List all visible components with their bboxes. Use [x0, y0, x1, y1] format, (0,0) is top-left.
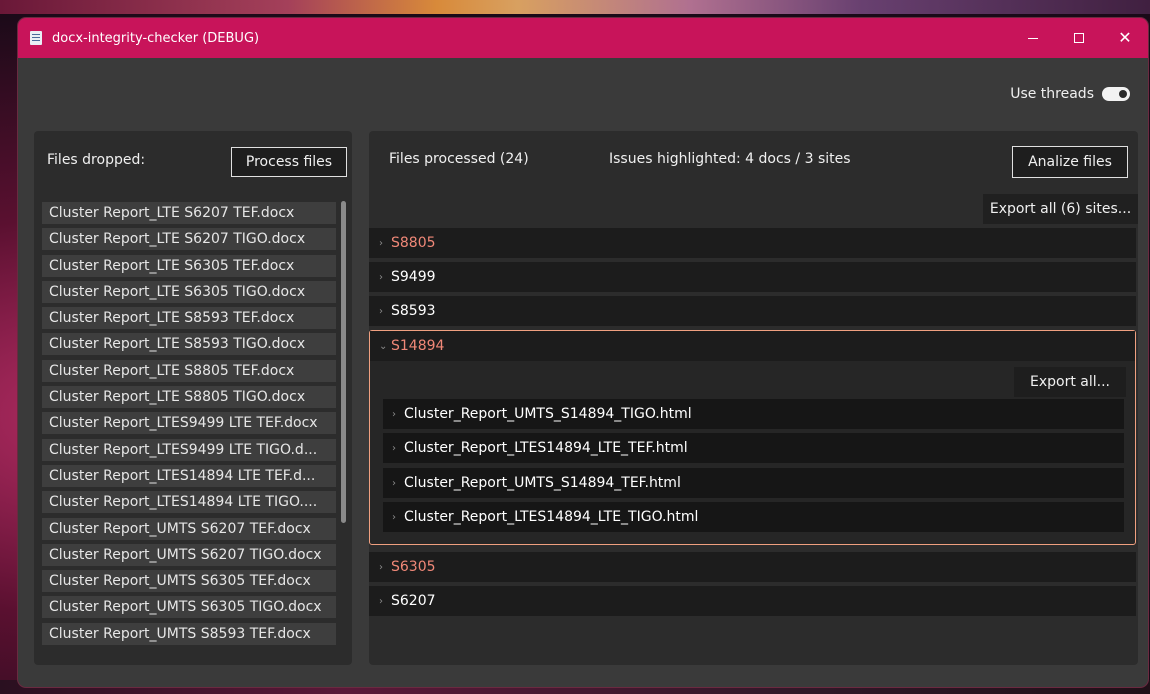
processed-header: Files processed (24) Issues highlighted:… — [369, 131, 1138, 189]
site-group-expanded: ⌄ S14894 Export all... › Cluster_Report_UMTS… — [369, 330, 1136, 545]
file-list-item[interactable]: Cluster Report_LTES14894 LTE TIGO.... — [42, 491, 336, 514]
document-row[interactable]: › Cluster_Report_LTES14894_LTE_TIGO.html — [383, 502, 1124, 532]
file-list-item[interactable]: Cluster Report_UMTS S6305 TIGO.docx — [42, 596, 336, 619]
document-name: Cluster_Report_LTES14894_LTE_TIGO.html — [404, 509, 699, 525]
document-row[interactable]: › Cluster_Report_LTES14894_LTE_TEF.html — [383, 433, 1124, 463]
desktop-wallpaper — [0, 0, 1150, 14]
file-list-item[interactable]: Cluster Report_UMTS S6305 TEF.docx — [42, 570, 336, 593]
chevron-right-icon: › — [379, 595, 383, 607]
site-name: S8805 — [391, 235, 436, 251]
site-row-s9499[interactable]: › S9499 — [369, 262, 1136, 292]
use-threads-toggle[interactable] — [1102, 87, 1130, 101]
chevron-down-icon: ⌄ — [379, 340, 388, 352]
window-controls: ✕ — [1010, 18, 1148, 58]
analize-files-button[interactable]: Analize files — [1012, 146, 1128, 178]
file-list-item[interactable]: Cluster Report_LTE S8593 TEF.docx — [42, 307, 336, 330]
file-list-item[interactable]: Cluster Report_LTES9499 LTE TEF.docx — [42, 412, 336, 435]
file-list-item[interactable]: Cluster Report_LTE S6305 TIGO.docx — [42, 280, 336, 303]
site-name: S8593 — [391, 303, 436, 319]
chevron-right-icon: › — [379, 305, 383, 317]
file-list-item[interactable]: Cluster Report_LTE S6207 TEF.docx — [42, 202, 336, 224]
site-name: S6207 — [391, 593, 436, 609]
file-list-item[interactable]: Cluster Report_LTES14894 LTE TEF.d... — [42, 464, 336, 487]
export-all-button[interactable]: Export all... — [1014, 367, 1126, 397]
chevron-right-icon: › — [392, 477, 396, 489]
maximize-button[interactable] — [1056, 18, 1102, 58]
file-list-item[interactable]: Cluster Report_LTES9499 LTE TIGO.d... — [42, 438, 336, 461]
maximize-icon — [1074, 33, 1084, 43]
file-list-item[interactable]: Cluster Report_LTE S6207 TIGO.docx — [42, 228, 336, 251]
document-name: Cluster_Report_UMTS_S14894_TEF.html — [404, 475, 681, 491]
chevron-right-icon: › — [392, 408, 396, 420]
site-name: S14894 — [391, 338, 445, 354]
close-button[interactable]: ✕ — [1102, 18, 1148, 58]
chevron-right-icon: › — [379, 237, 383, 249]
site-header-s14894[interactable]: ⌄ S14894 — [370, 331, 1135, 361]
app-window: docx-integrity-checker (DEBUG) ✕ Use thr… — [18, 18, 1148, 687]
file-list-item[interactable]: Cluster Report_LTE S8593 TIGO.docx — [42, 333, 336, 356]
file-list-item[interactable]: Cluster Report_LTE S8805 TIGO.docx — [42, 386, 336, 409]
site-name: S6305 — [391, 559, 436, 575]
minimize-button[interactable] — [1010, 18, 1056, 58]
minimize-icon — [1028, 37, 1038, 39]
issues-highlighted-label: Issues highlighted: 4 docs / 3 sites — [609, 151, 851, 167]
document-row[interactable]: › Cluster_Report_UMTS_S14894_TIGO.html — [383, 399, 1124, 429]
document-icon — [30, 31, 42, 45]
document-row[interactable]: › Cluster_Report_UMTS_S14894_TEF.html — [383, 468, 1124, 498]
files-processed-label: Files processed (24) — [389, 151, 529, 167]
document-name: Cluster_Report_LTES14894_LTE_TEF.html — [404, 440, 688, 456]
file-list-scrollbar[interactable] — [341, 201, 346, 523]
close-icon: ✕ — [1118, 28, 1132, 47]
file-list-item[interactable]: Cluster Report_LTE S8805 TEF.docx — [42, 359, 336, 382]
site-name: S9499 — [391, 269, 436, 285]
file-list-item[interactable]: Cluster Report_LTE S6305 TEF.docx — [42, 254, 336, 277]
files-dropped-panel: Files dropped: Process files Cluster Rep… — [34, 131, 352, 665]
site-row-s8805[interactable]: › S8805 — [369, 228, 1136, 258]
chevron-right-icon: › — [379, 271, 383, 283]
dropped-files-list[interactable]: Cluster Report_LTE S6207 TEF.docx Cluster… — [42, 202, 336, 654]
title-bar[interactable]: docx-integrity-checker (DEBUG) ✕ — [18, 18, 1148, 58]
chevron-right-icon: › — [379, 561, 383, 573]
file-list-item[interactable]: Cluster Report_UMTS S8593 TEF.docx — [42, 622, 336, 645]
top-toolbar: Use threads — [18, 58, 1148, 130]
window-title: docx-integrity-checker (DEBUG) — [52, 30, 260, 46]
file-list-item[interactable]: Cluster Report_UMTS S6207 TIGO.docx — [42, 543, 336, 566]
files-processed-panel: Files processed (24) Issues highlighted:… — [369, 131, 1138, 665]
use-threads-label: Use threads — [1010, 86, 1094, 102]
chevron-right-icon: › — [392, 511, 396, 523]
export-all-sites-button[interactable]: Export all (6) sites... — [983, 194, 1138, 224]
site-row-s6305[interactable]: › S6305 — [369, 552, 1136, 582]
site-row-s6207[interactable]: › S6207 — [369, 586, 1136, 616]
chevron-right-icon: › — [392, 442, 396, 454]
site-row-s8593[interactable]: › S8593 — [369, 296, 1136, 326]
file-list-item[interactable]: Cluster Report_UMTS S6207 TEF.docx — [42, 517, 336, 540]
files-dropped-label: Files dropped: — [47, 152, 146, 168]
process-files-button[interactable]: Process files — [231, 147, 347, 177]
document-name: Cluster_Report_UMTS_S14894_TIGO.html — [404, 406, 692, 422]
